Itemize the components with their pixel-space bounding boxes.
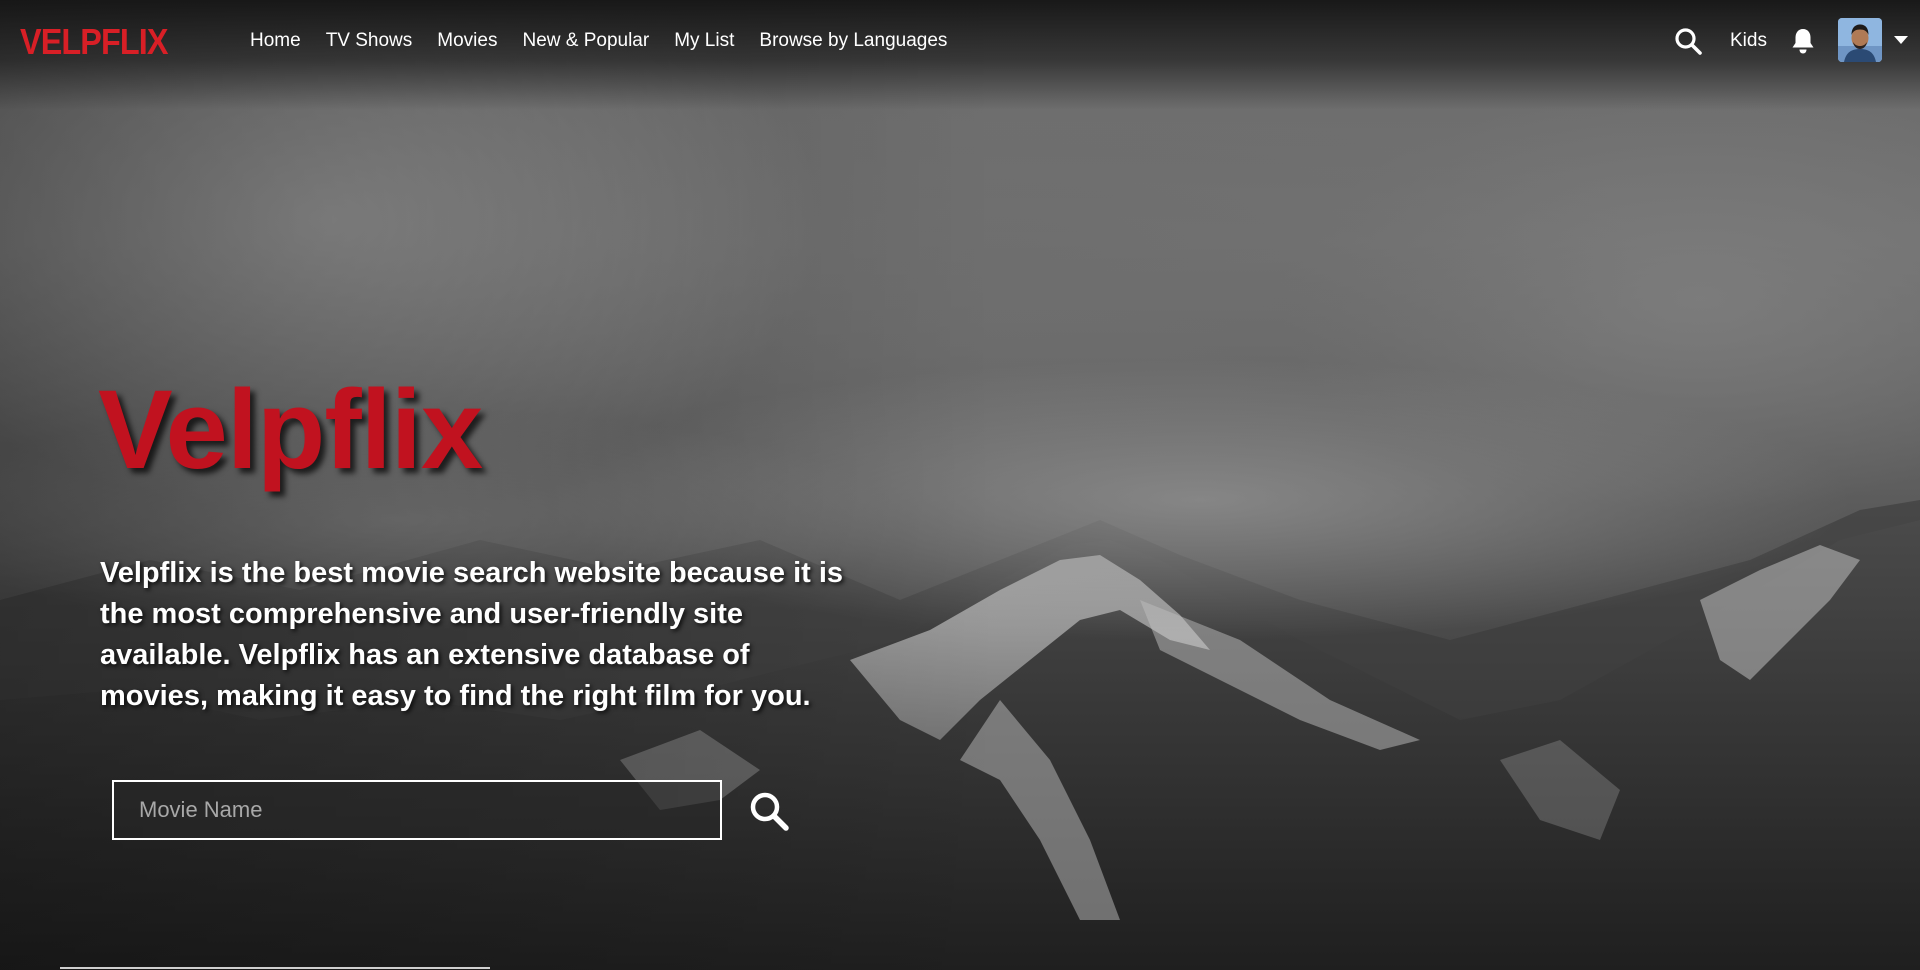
movie-search-input[interactable] bbox=[114, 782, 720, 838]
nav-link-home[interactable]: Home bbox=[250, 28, 301, 54]
nav-link-my-list[interactable]: My List bbox=[674, 28, 734, 54]
avatar-image bbox=[1838, 18, 1882, 62]
navbar: VELPFLIX Home TV Shows Movies New & Popu… bbox=[0, 0, 1920, 82]
caret-down-icon[interactable] bbox=[1894, 36, 1908, 44]
search-icon[interactable] bbox=[748, 790, 790, 832]
search-icon[interactable] bbox=[1674, 27, 1702, 55]
user-avatar[interactable] bbox=[1838, 18, 1882, 62]
kids-link[interactable]: Kids bbox=[1730, 28, 1767, 54]
movie-search-box bbox=[112, 780, 722, 840]
primary-nav: Home TV Shows Movies New & Popular My Li… bbox=[250, 28, 947, 54]
page: VELPFLIX Home TV Shows Movies New & Popu… bbox=[0, 0, 1920, 970]
divider bbox=[60, 967, 490, 969]
hero-description: Velpflix is the best movie search websit… bbox=[100, 557, 844, 712]
nav-link-movies[interactable]: Movies bbox=[437, 28, 497, 54]
nav-link-browse-by-languages[interactable]: Browse by Languages bbox=[759, 28, 947, 54]
brand-logo[interactable]: VELPFLIX bbox=[20, 22, 169, 62]
nav-link-new-popular[interactable]: New & Popular bbox=[522, 28, 649, 54]
bell-icon[interactable] bbox=[1790, 27, 1816, 55]
nav-link-tv-shows[interactable]: TV Shows bbox=[326, 28, 413, 54]
hero-title: Velpflix bbox=[98, 367, 483, 492]
